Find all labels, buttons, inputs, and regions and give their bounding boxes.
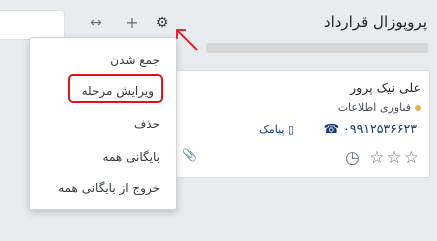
menu-item-edit-stage[interactable]: ویرایش مرحله (82, 84, 154, 98)
column-title: پروپوزال قرارداد (323, 13, 427, 31)
column-settings-dropdown: جمع شدن ویرایش مرحله حذف بایگانی همه خرو… (29, 37, 177, 210)
sms-label: پیامک (259, 123, 285, 136)
card-phone-number: ۰۹۹۱۲۵۳۶۶۲۳ (343, 121, 417, 136)
sms-link[interactable]: ▯ پیامک (259, 123, 294, 136)
sms-icon: ▯ (287, 123, 295, 136)
column-progress-bar[interactable] (206, 43, 428, 53)
priority-stars-icon[interactable]: ☆☆☆ (369, 148, 421, 168)
add-card-icon[interactable]: + (124, 14, 140, 32)
card-actions: ◷ ☆☆☆ (345, 148, 421, 168)
phone-icon: ☎ (323, 121, 340, 136)
menu-item-archive-all[interactable]: بایگانی همه (103, 150, 160, 164)
menu-item-unarchive-all[interactable]: خروج از بایگانی همه (58, 181, 160, 195)
card-contact-name: علی نیک پرور (350, 80, 421, 95)
gear-icon[interactable]: ⚙ (154, 14, 170, 32)
card-company: فناوری اطلاعات (338, 101, 421, 114)
card-company-label: فناوری اطلاعات (337, 101, 411, 114)
adjacent-column-header[interactable] (0, 10, 65, 40)
menu-item-fold[interactable]: جمع شدن (110, 53, 160, 67)
card-phone[interactable]: ☎ ۰۹۹۱۲۵۳۶۶۲۳ (324, 121, 417, 136)
kanban-card[interactable]: علی نیک پرور فناوری اطلاعات ☎ ۰۹۹۱۲۵۳۶۶۲… (172, 70, 430, 178)
fold-column-icon[interactable]: ↔ (86, 14, 106, 32)
menu-item-delete[interactable]: حذف (134, 117, 160, 131)
attachment-icon[interactable]: 📎 (182, 148, 197, 162)
clock-icon[interactable]: ◷ (345, 148, 362, 168)
company-dot-icon (415, 105, 421, 111)
